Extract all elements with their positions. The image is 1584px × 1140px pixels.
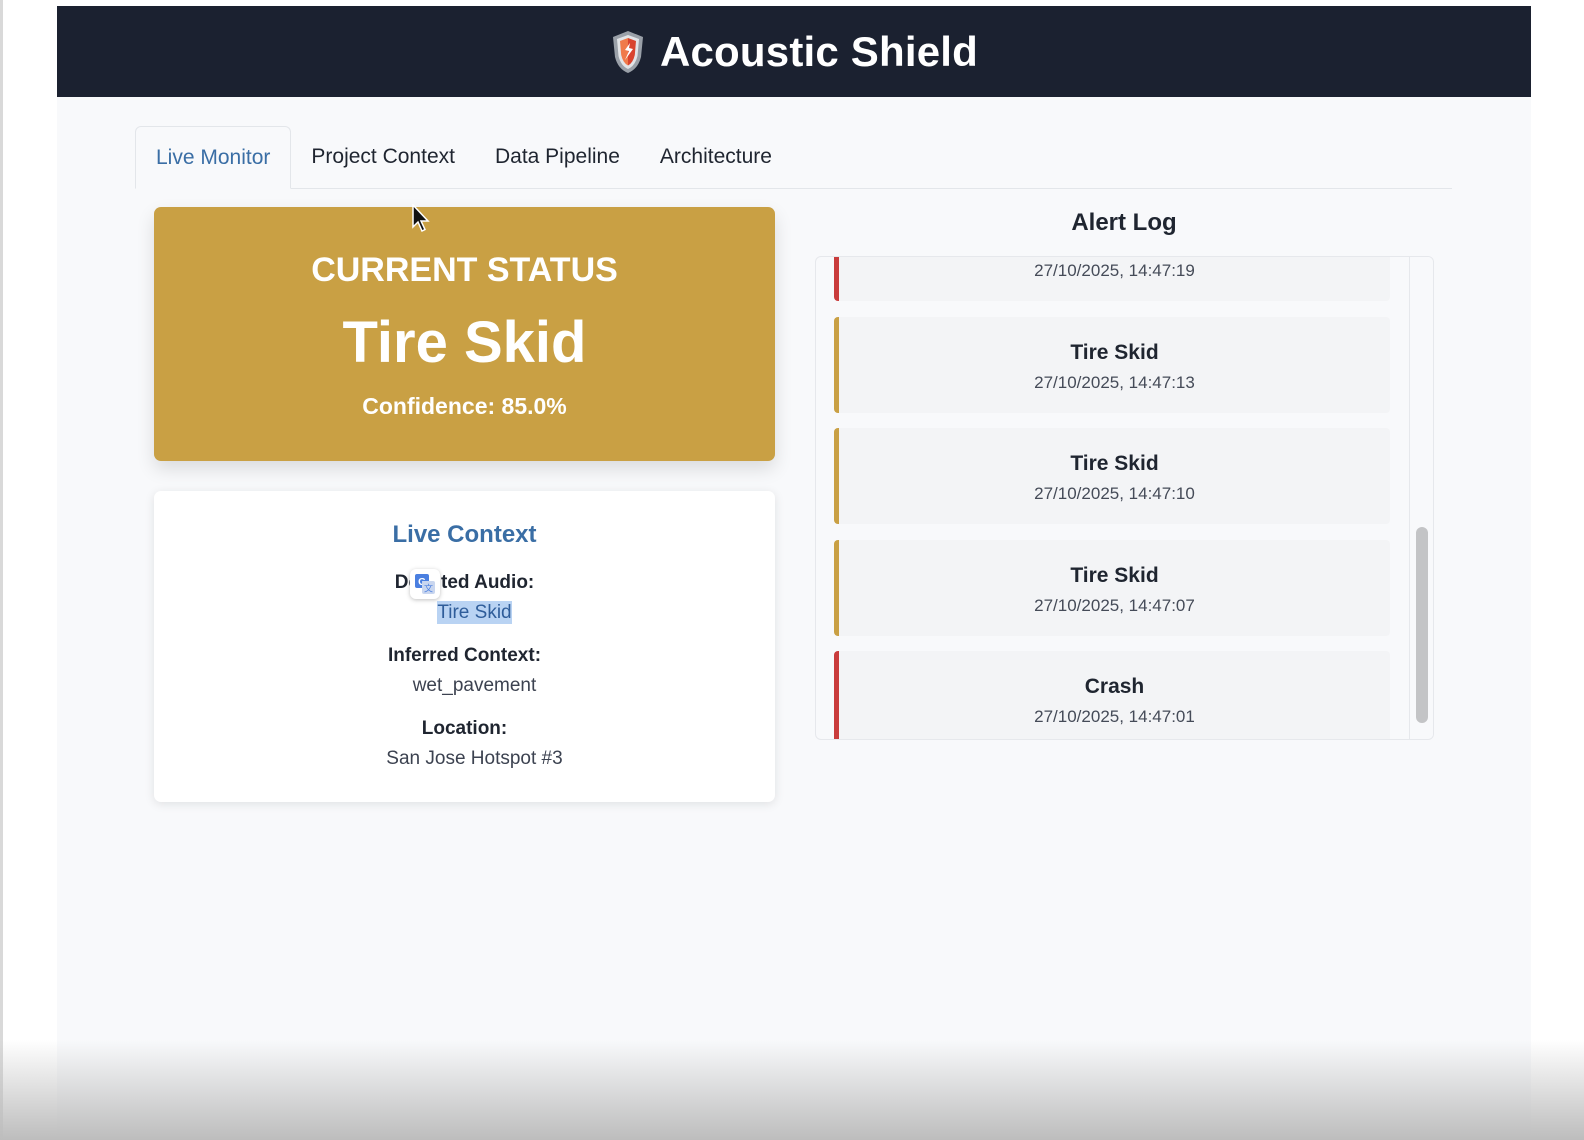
location-value: San Jose Hotspot #3: [386, 748, 563, 769]
detected-audio-label-end: ted Audio:: [441, 572, 535, 593]
log-item-name: Tire Skid: [1070, 564, 1159, 587]
status-heading: CURRENT STATUS: [311, 251, 618, 289]
alert-log-title: Alert Log: [1071, 209, 1177, 236]
inferred-context-value: wet_pavement: [412, 675, 537, 696]
log-item-time: 27/10/2025, 14:47:13: [1034, 373, 1195, 392]
translate-icon[interactable]: G 文: [410, 569, 440, 599]
log-item[interactable]: Tire Skid 27/10/2025, 14:47:07: [834, 540, 1390, 636]
log-item-name: Crash: [1084, 675, 1145, 698]
window-edge: [0, 0, 3, 1140]
log-item-time: 27/10/2025, 14:47:07: [1034, 596, 1195, 615]
log-item[interactable]: Tire Skid 27/10/2025, 14:47:10: [834, 428, 1390, 524]
svg-text:文: 文: [424, 583, 433, 594]
live-context-title: Live Context: [392, 521, 537, 548]
tab-live-monitor[interactable]: Live Monitor: [135, 126, 292, 189]
log-item-time: 27/10/2025, 14:47:19: [1034, 261, 1195, 280]
log-item[interactable]: 27/10/2025, 14:47:19: [834, 257, 1390, 301]
log-item-name: Tire Skid: [1070, 452, 1159, 475]
location-label: Location:: [421, 718, 508, 739]
mouse-cursor-icon: [411, 203, 431, 234]
inferred-context-label: Inferred Context:: [387, 645, 542, 666]
status-value: Tire Skid: [342, 310, 587, 375]
log-item[interactable]: Tire Skid 27/10/2025, 14:47:13: [834, 317, 1390, 413]
tab-bar: Live Monitor Project Context Data Pipeli…: [135, 126, 1452, 189]
tab-project-context[interactable]: Project Context: [291, 126, 475, 188]
detected-audio-value-row: Tire Skid: [174, 601, 775, 624]
log-item-time: 27/10/2025, 14:47:01: [1034, 707, 1195, 726]
app-title: Acoustic Shield: [659, 27, 979, 75]
log-item[interactable]: Crash 27/10/2025, 14:47:01: [834, 651, 1390, 739]
tab-data-pipeline[interactable]: Data Pipeline: [475, 126, 640, 188]
log-item-time: 27/10/2025, 14:47:10: [1034, 484, 1195, 503]
log-item-name: Tire Skid: [1070, 341, 1159, 364]
app-container: Acoustic Shield Live Monitor Project Con…: [57, 6, 1531, 1140]
status-confidence: Confidence: 85.0%: [362, 393, 567, 419]
scrollbar-thumb[interactable]: [1416, 527, 1428, 723]
current-status-card: CURRENT STATUS Tire Skid Confidence: 85.…: [154, 207, 775, 461]
tab-architecture[interactable]: Architecture: [640, 126, 792, 188]
app-header: Acoustic Shield: [57, 6, 1531, 97]
live-context-card: Live Context De ted Audio: G 文 Tire Skid …: [154, 491, 775, 802]
alert-log-panel[interactable]: 27/10/2025, 14:47:19 Tire Skid 27/10/202…: [815, 256, 1434, 740]
shield-icon: [610, 29, 646, 75]
detected-audio-label: De ted Audio:: [154, 572, 775, 594]
alert-log-scrollbar[interactable]: [1409, 257, 1433, 739]
detected-audio-value: Tire Skid: [437, 601, 512, 624]
